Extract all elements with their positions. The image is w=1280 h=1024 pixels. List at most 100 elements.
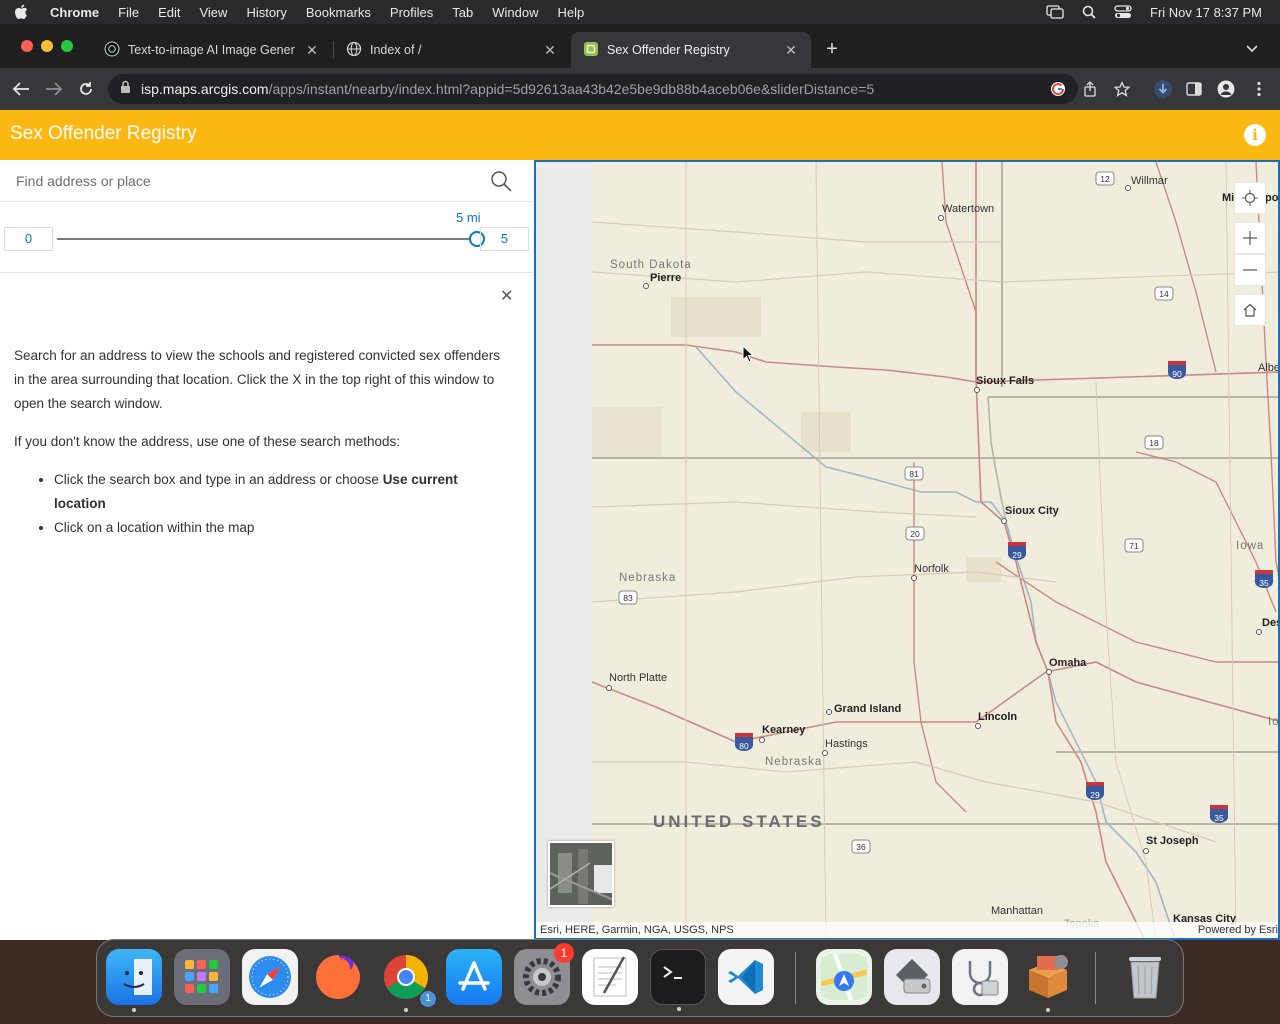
info-icon[interactable]: i <box>1244 124 1266 146</box>
attribution-text[interactable]: Esri, HERE, Garmin, NGA, USGS, NPS <box>540 924 734 936</box>
map-label-united-states: UNITED STATES <box>653 812 825 831</box>
firefox-icon[interactable] <box>310 949 366 1005</box>
list-item-text: Click the search box and type in an addr… <box>54 472 383 487</box>
terminal-icon[interactable] <box>650 949 706 1011</box>
search-bar <box>0 160 533 202</box>
close-window-button[interactable] <box>21 40 33 52</box>
map-label-mi: Mi <box>1222 192 1235 204</box>
disk-utility-icon[interactable] <box>952 949 1008 1005</box>
highway-shield: 20 <box>905 526 925 541</box>
map-label-iowa: Iowa <box>1236 540 1265 552</box>
spotlight-icon[interactable] <box>1082 5 1096 19</box>
side-panel-icon[interactable] <box>1183 78 1205 100</box>
locate-button[interactable] <box>1234 182 1266 214</box>
menu-file[interactable]: File <box>118 5 139 20</box>
system-settings-icon[interactable]: 1 <box>514 943 574 1005</box>
bookmark-star-icon[interactable] <box>1111 78 1133 100</box>
new-tab-button[interactable]: + <box>820 37 844 61</box>
browser-toolbar: isp.maps.arcgis.com/apps/instant/nearby/… <box>0 68 1280 110</box>
close-icon[interactable]: ✕ <box>500 286 513 306</box>
zoom-window-button[interactable] <box>61 40 73 52</box>
tab-close-icon[interactable]: ✕ <box>542 42 558 59</box>
menubar-clock[interactable]: Fri Nov 17 8:37 PM <box>1150 5 1262 20</box>
more-menu-icon[interactable] <box>1248 78 1270 100</box>
map-view[interactable]: 12 14 90 18 81 20 29 71 35 83 80 29 35 3… <box>534 160 1280 940</box>
tab-text-to-image[interactable]: Text-to-image AI Image Gener ✕ <box>92 32 332 68</box>
menu-edit[interactable]: Edit <box>158 5 180 20</box>
vscode-icon[interactable] <box>718 949 774 1005</box>
address-bar[interactable]: isp.maps.arcgis.com/apps/instant/nearby/… <box>108 74 1078 104</box>
menu-history[interactable]: History <box>246 5 286 20</box>
menu-view[interactable]: View <box>199 5 227 20</box>
basemap-toggle-button[interactable] <box>548 841 614 907</box>
safari-icon[interactable] <box>242 949 298 1005</box>
finder-icon[interactable] <box>106 949 162 1012</box>
highway-shield: 35 <box>1255 570 1273 588</box>
download-icon[interactable] <box>1152 78 1174 100</box>
reload-button[interactable] <box>75 78 97 100</box>
shield-81: 81 <box>909 469 919 479</box>
shield-18: 18 <box>1149 438 1159 448</box>
screen-mirroring-icon[interactable] <box>1046 5 1064 19</box>
boot-camp-icon[interactable] <box>884 949 940 1005</box>
forward-button[interactable] <box>43 78 65 100</box>
tab-index-of[interactable]: Index of / ✕ <box>334 32 570 68</box>
tab-title: Text-to-image AI Image Gener <box>128 43 295 57</box>
openai-icon <box>104 41 120 60</box>
powered-by-esri[interactable]: Powered by Esri <box>1198 922 1278 938</box>
zoom-out-button[interactable] <box>1234 254 1266 286</box>
satellite-thumbnail-icon <box>550 843 612 905</box>
home-button[interactable] <box>1234 294 1266 326</box>
profile-avatar-icon[interactable] <box>1215 78 1237 100</box>
maps-icon[interactable] <box>816 949 872 1005</box>
trash-icon[interactable] <box>1117 949 1173 1005</box>
search-icon[interactable] <box>490 170 512 197</box>
apple-icon[interactable] <box>14 4 28 19</box>
highway-shield: 14 <box>1154 286 1174 301</box>
basemap-layer[interactable]: 12 14 90 18 81 20 29 71 35 83 80 29 35 3… <box>536 162 1280 940</box>
highway-shield: 12 <box>1095 171 1115 186</box>
share-icon[interactable] <box>1079 78 1101 100</box>
intro-paragraph-1: Search for an address to view the school… <box>14 348 501 411</box>
menu-app-name[interactable]: Chrome <box>50 5 99 20</box>
highway-shield: 81 <box>904 466 924 481</box>
archive-utility-icon[interactable] <box>1020 949 1076 1012</box>
app-title: Sex Offender Registry <box>10 123 197 144</box>
address-url[interactable]: isp.maps.arcgis.com/apps/instant/nearby/… <box>141 81 874 97</box>
chevron-down-icon[interactable] <box>1246 40 1258 58</box>
tab-close-icon[interactable]: ✕ <box>783 42 799 59</box>
control-center-icon[interactable] <box>1114 5 1132 19</box>
menu-help[interactable]: Help <box>558 5 585 20</box>
textedit-icon[interactable] <box>582 949 638 1005</box>
tab-sex-offender-registry[interactable]: Sex Offender Registry ✕ <box>571 32 811 68</box>
map-label-lincoln: Lincoln <box>978 711 1018 723</box>
zoom-in-button[interactable] <box>1234 222 1266 254</box>
search-input[interactable] <box>6 166 476 196</box>
map-label-south-dakota: South Dakota <box>610 259 692 271</box>
highway-shield: 29 <box>1008 542 1026 560</box>
slider-max-value[interactable]: 5 <box>480 227 529 251</box>
app-store-icon[interactable] <box>446 949 502 1005</box>
dock-separator <box>1095 952 1096 1004</box>
shield-12: 12 <box>1100 174 1110 184</box>
minimize-window-button[interactable] <box>41 40 53 52</box>
search-methods-list: Click the search box and type in an addr… <box>54 468 504 540</box>
shield-35a: 35 <box>1259 578 1269 588</box>
menu-profiles[interactable]: Profiles <box>390 5 433 20</box>
chrome-icon[interactable]: 1 <box>378 949 436 1012</box>
tab-close-icon[interactable]: ✕ <box>304 42 320 59</box>
slider-min-value[interactable]: 0 <box>4 227 53 251</box>
lock-icon[interactable] <box>120 80 131 99</box>
arcgis-nearby-app: Sex Offender Registry i 5 mi 0 5 ✕ Searc… <box>0 110 1280 940</box>
map-label-sioux-city: Sioux City <box>1005 505 1059 517</box>
back-button[interactable] <box>10 78 32 100</box>
highway-shield: 80 <box>735 733 753 751</box>
launchpad-icon[interactable] <box>174 949 230 1005</box>
menu-bookmarks[interactable]: Bookmarks <box>306 5 371 20</box>
address-path: /apps/instant/nearby/index.html?appid=5d… <box>268 81 875 97</box>
google-lens-icon[interactable] <box>1047 78 1069 100</box>
slider-track[interactable] <box>57 231 485 247</box>
menu-window[interactable]: Window <box>492 5 538 20</box>
menu-tab[interactable]: Tab <box>452 5 473 20</box>
map-label-grand-island: Grand Island <box>834 703 902 715</box>
